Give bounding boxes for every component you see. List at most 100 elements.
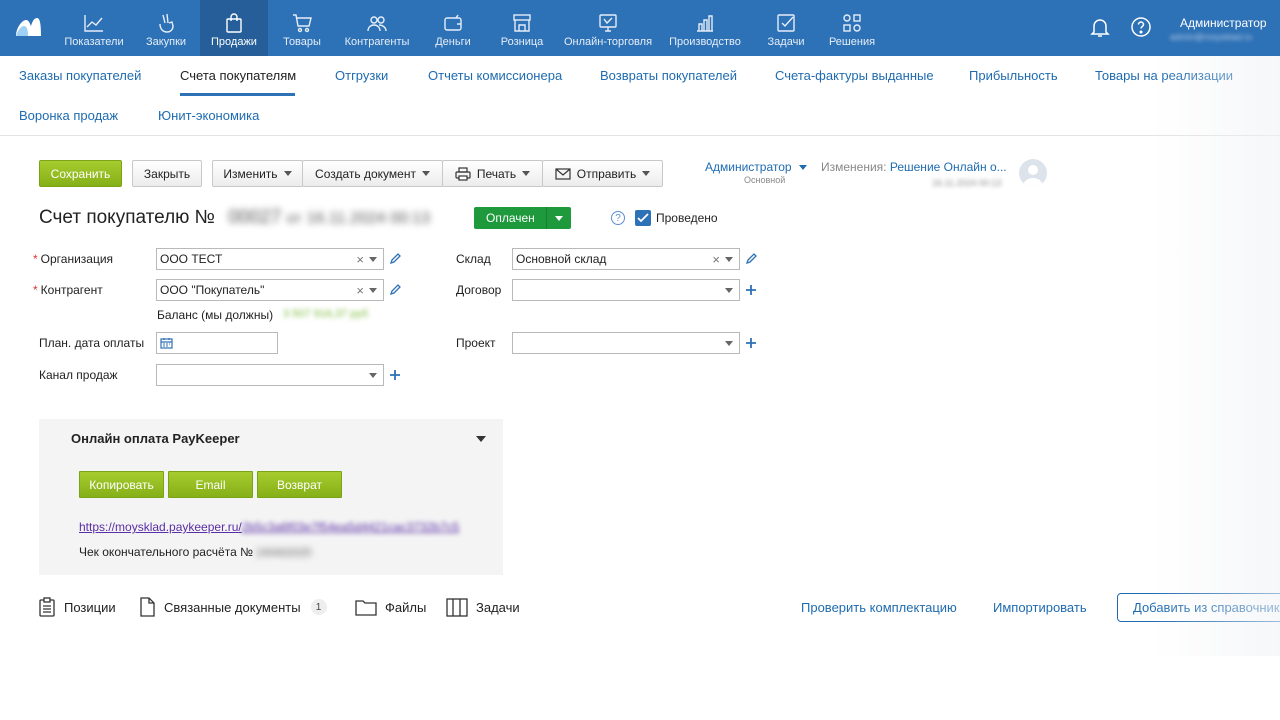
subnav-profitability[interactable]: Прибыльность [969,68,1058,83]
nav-item-money[interactable]: Деньги [424,0,482,56]
cart-icon [293,14,312,33]
counterparty-value: ООО "Покупатель" [160,283,265,297]
chevron-down-icon [642,171,651,176]
calendar-icon[interactable] [160,337,173,349]
chevron-down-icon[interactable] [725,340,733,346]
nav-label: Деньги [435,36,471,48]
subnav-shipments[interactable]: Отгрузки [335,68,388,83]
chevron-down-icon[interactable] [369,372,377,378]
subnav-unit-economics[interactable]: Юнит-экономика [158,108,259,123]
warehouse-select[interactable]: Основной склад × [512,248,740,270]
plus-icon[interactable] [745,337,757,349]
create-document-button[interactable]: Создать документ [302,160,443,187]
chevron-down-icon [798,165,807,171]
people-icon [367,16,387,32]
add-from-reference-button[interactable]: Добавить из справочника [1117,593,1280,622]
background-fade [1150,56,1280,656]
shopping-bag-icon [226,13,242,33]
subnav-consignment-goods[interactable]: Товары на реализации [1095,68,1233,83]
help-icon[interactable] [1130,16,1152,38]
chevron-down-icon[interactable] [369,256,377,262]
tab-related-documents[interactable]: Связанные документы 1 [138,597,327,617]
changes-date: 16.11.2024 00:13 [932,178,1002,188]
owner-selector[interactable]: Администратор [705,160,807,174]
nav-item-tasks[interactable]: Задачи [758,0,814,56]
posted-checkbox[interactable] [635,210,651,226]
pay-date-input[interactable] [156,332,278,354]
nav-item-sales[interactable]: Продажи [200,0,268,56]
nav-item-production[interactable]: Производство [664,0,746,56]
tab-tasks[interactable]: Задачи [446,597,520,617]
nav-item-retail[interactable]: Розница [494,0,550,56]
document-date[interactable]: 16.11.2024 00:13 [307,210,430,227]
nav-item-online-trade[interactable]: Онлайн-торговля [560,0,656,56]
print-button[interactable]: Печать [442,160,543,187]
chevron-down-icon[interactable] [725,287,733,293]
email-button[interactable]: Email [168,471,253,498]
pencil-icon[interactable] [389,284,401,296]
clear-icon[interactable]: × [356,252,364,267]
plus-icon[interactable] [745,284,757,296]
plus-icon[interactable] [389,369,401,381]
nav-item-solutions[interactable]: Решения [824,0,880,56]
edit-dropdown-button[interactable]: Изменить [212,160,303,187]
status-separator [546,207,547,229]
bell-icon[interactable] [1089,16,1111,38]
import-link[interactable]: Импортировать [993,600,1087,615]
nav-item-counterparties[interactable]: Контрагенты [340,0,414,56]
subnav-sales-funnel[interactable]: Воронка продаж [19,108,118,123]
tab-files[interactable]: Файлы [355,597,426,617]
contract-select[interactable] [512,279,740,301]
edit-label: Изменить [223,166,278,181]
clear-icon[interactable]: × [356,283,364,298]
files-label: Файлы [385,599,427,615]
clear-icon[interactable]: × [712,252,720,267]
subnav-commission-reports[interactable]: Отчеты комиссионера [428,68,562,83]
refund-label: Возврат [277,477,322,492]
close-button[interactable]: Закрыть [132,160,202,187]
user-name[interactable]: Администратор [1180,16,1267,30]
save-button[interactable]: Сохранить [39,160,122,187]
logo-icon[interactable] [14,14,42,38]
send-button[interactable]: Отправить [542,160,663,187]
status-dropdown[interactable]: Оплачен [474,207,571,229]
nav-item-purchases[interactable]: Закупки [134,0,198,56]
subnav-customer-invoices[interactable]: Счета покупателям [180,68,296,83]
counterparty-select[interactable]: ООО "Покупатель" × [156,279,384,301]
project-select[interactable] [512,332,740,354]
copy-button[interactable]: Копировать [79,471,164,498]
organization-label: * Организация [33,252,113,266]
question-icon[interactable]: ? [611,211,625,225]
tab-positions[interactable]: Позиции [38,597,116,617]
organization-value: ООО ТЕСТ [160,252,223,266]
chevron-down-icon[interactable] [369,287,377,293]
chevron-down-icon[interactable] [725,256,733,262]
sales-channel-select[interactable] [156,364,384,386]
pencil-icon[interactable] [389,253,401,265]
payment-link[interactable]: https://moysklad.paykeeper.ru/2b5c3a6f03… [79,520,459,534]
owner-group: Основной [744,175,786,185]
chevron-down-icon [522,171,531,176]
nav-label: Розница [500,36,544,48]
chevron-down-icon[interactable] [476,436,486,442]
pencil-icon[interactable] [745,253,757,265]
subnav-invoices-issued[interactable]: Счета-фактуры выданные [775,68,934,83]
changes-link[interactable]: Решение Онлайн о... [890,160,1007,174]
avatar[interactable] [1019,159,1047,187]
nav-item-indicators[interactable]: Показатели [58,0,130,56]
nav-item-goods[interactable]: Товары [272,0,332,56]
subnav-customer-returns[interactable]: Возвраты покупателей [600,68,737,83]
check-kit-link[interactable]: Проверить комплектацию [801,600,957,615]
store-icon [513,14,531,32]
document-number[interactable]: 00027 [228,207,281,228]
user-email: admin@moysklad.ru [1170,32,1253,42]
nav-label: Товары [283,36,321,48]
posted-label[interactable]: Проведено [656,211,718,225]
nav-label: Производство [669,36,741,48]
contract-label: Договор [456,283,502,297]
subnav-customer-orders[interactable]: Заказы покупателей [19,68,141,83]
organization-select[interactable]: ООО ТЕСТ × [156,248,384,270]
paykeeper-title[interactable]: Онлайн оплата PayKeeper [71,431,240,446]
refund-button[interactable]: Возврат [257,471,342,498]
printer-icon [455,166,471,181]
